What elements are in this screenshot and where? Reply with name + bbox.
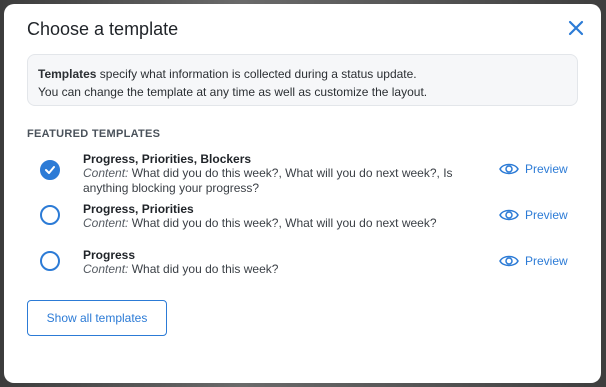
info-box: Templates specify what information is co… [27, 54, 578, 106]
preview-link[interactable]: Preview [499, 208, 568, 222]
template-content: Content: What did you do this week?, Wha… [83, 216, 463, 231]
choose-template-modal: Choose a template Templates specify what… [4, 4, 601, 383]
info-line-1-text: specify what information is collected du… [96, 67, 417, 81]
preview-link[interactable]: Preview [499, 162, 568, 176]
content-label: Content: [83, 166, 129, 180]
template-name: Progress [83, 248, 136, 262]
content-label: Content: [83, 216, 129, 230]
content-text: What did you do this week? [128, 262, 279, 276]
show-all-templates-button[interactable]: Show all templates [27, 300, 167, 336]
content-text: What did you do this week?, What will yo… [83, 166, 453, 195]
template-option[interactable]: Progress, Priorities Content: What did y… [27, 202, 587, 238]
eye-icon [499, 255, 519, 267]
template-name: Progress, Priorities, Blockers [83, 152, 252, 166]
content-text: What did you do this week?, What will yo… [128, 216, 437, 230]
preview-label: Preview [525, 162, 568, 176]
template-content: Content: What did you do this week? [83, 262, 463, 277]
close-icon[interactable] [566, 18, 586, 38]
modal-title: Choose a template [27, 19, 179, 39]
preview-label: Preview [525, 254, 568, 268]
template-name: Progress, Priorities [83, 202, 194, 216]
eye-icon [499, 163, 519, 175]
info-line-1: Templates specify what information is co… [38, 65, 567, 83]
eye-icon [499, 209, 519, 221]
info-line-2: You can change the template at any time … [38, 85, 428, 99]
preview-label: Preview [525, 208, 568, 222]
section-title: FEATURED TEMPLATES [27, 128, 161, 140]
radio-selected[interactable] [40, 160, 60, 180]
preview-link[interactable]: Preview [499, 254, 568, 268]
template-option[interactable]: Progress, Priorities, Blockers Content: … [27, 152, 587, 196]
radio-unselected[interactable] [40, 205, 60, 225]
check-icon [45, 166, 55, 174]
radio-unselected[interactable] [40, 251, 60, 271]
template-content: Content: What did you do this week?, Wha… [83, 166, 463, 196]
info-bold: Templates [38, 67, 97, 81]
content-label: Content: [83, 262, 129, 276]
template-option[interactable]: Progress Content: What did you do this w… [27, 248, 587, 284]
